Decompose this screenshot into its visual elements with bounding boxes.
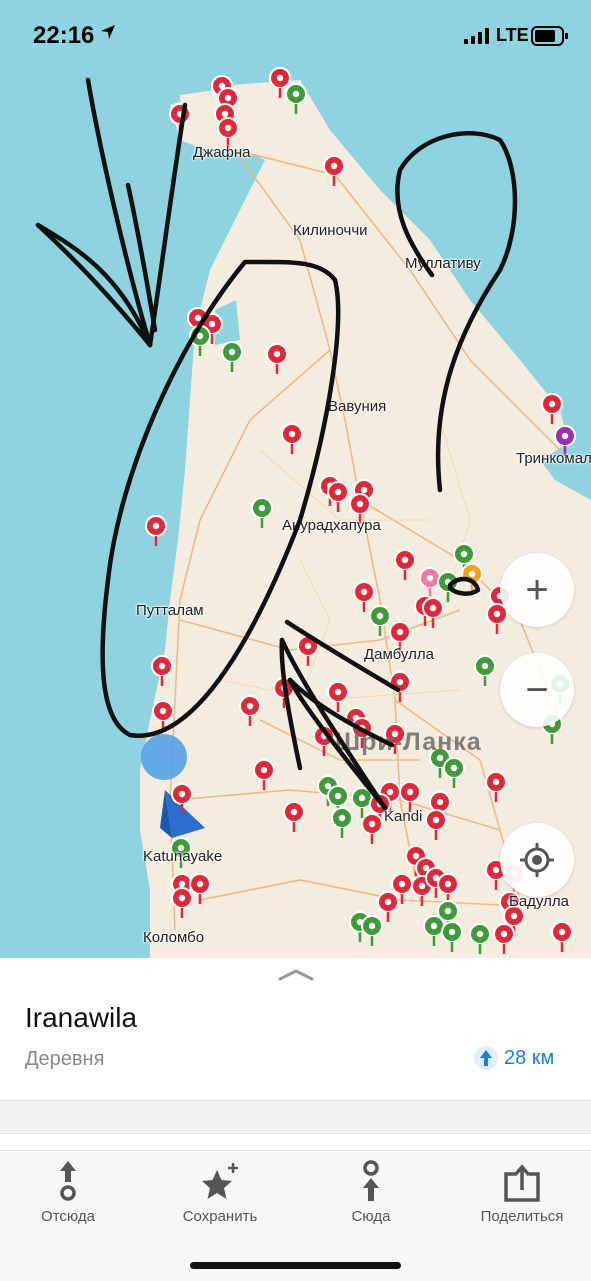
country-label: Шри-Ланка — [335, 728, 482, 756]
star-plus-icon — [202, 1163, 238, 1199]
place-name: Iranawila — [25, 1002, 138, 1033]
sheet-divider — [0, 1100, 591, 1134]
location-arrow-icon — [101, 25, 115, 39]
zoom-out-button[interactable]: − — [500, 653, 574, 727]
city-label-vavuniya: Вавуния — [328, 398, 387, 415]
plus-icon: + — [525, 568, 549, 612]
my-location-button[interactable] — [500, 823, 574, 897]
city-label-trincomalee: Тринкомали — [516, 450, 591, 467]
city-label-anuradhapura: Анурадхапура — [282, 517, 381, 534]
place-type: Деревня — [25, 1048, 105, 1070]
city-label-mullaitivu: Муллативу — [405, 255, 481, 272]
share-button[interactable]: Поделиться — [457, 1158, 587, 1225]
save-button[interactable]: Сохранить — [155, 1158, 285, 1225]
city-label-puttalam: Путталам — [136, 602, 204, 619]
signal-icon — [464, 28, 489, 44]
route-from-icon — [60, 1161, 76, 1201]
city-label-katunayake: Katunayake — [143, 848, 223, 865]
battery-icon — [531, 26, 568, 46]
route-from-label: Отсюда — [41, 1208, 95, 1225]
place-distance: 28 км — [474, 1046, 554, 1070]
city-label-kandy: Kandi — [384, 808, 423, 825]
save-label: Сохранить — [182, 1208, 258, 1225]
zoom-in-button[interactable]: + — [500, 553, 574, 627]
distance-value: 28 км — [504, 1046, 555, 1069]
map-view[interactable]: Джафна Килиноччи Муллативу Вавуния Тринк… — [0, 0, 591, 960]
route-to-label: Сюда — [351, 1208, 391, 1225]
network-type: LTE — [496, 25, 529, 45]
direction-arrow-icon — [474, 1046, 498, 1070]
city-label-colombo: Коломбо — [143, 929, 205, 946]
route-to-button[interactable]: Сюда — [306, 1158, 436, 1225]
sheet-handle-icon[interactable] — [278, 968, 314, 982]
city-label-dambulla: Дамбулла — [364, 646, 434, 663]
map-pins[interactable] — [0, 0, 591, 960]
crosshair-icon — [520, 843, 554, 877]
home-indicator[interactable] — [190, 1262, 401, 1269]
share-label: Поделиться — [480, 1208, 564, 1225]
status-time: 22:16 — [33, 22, 95, 49]
minus-icon: − — [525, 668, 549, 712]
city-label-jaffna: Джафна — [193, 144, 251, 161]
city-label-kilinochchi: Килиноччи — [293, 222, 368, 239]
route-to-icon — [363, 1160, 379, 1201]
route-from-button[interactable]: Отсюда — [3, 1158, 133, 1225]
status-bar: 22:16 LTE — [0, 0, 591, 72]
share-icon — [504, 1164, 540, 1202]
